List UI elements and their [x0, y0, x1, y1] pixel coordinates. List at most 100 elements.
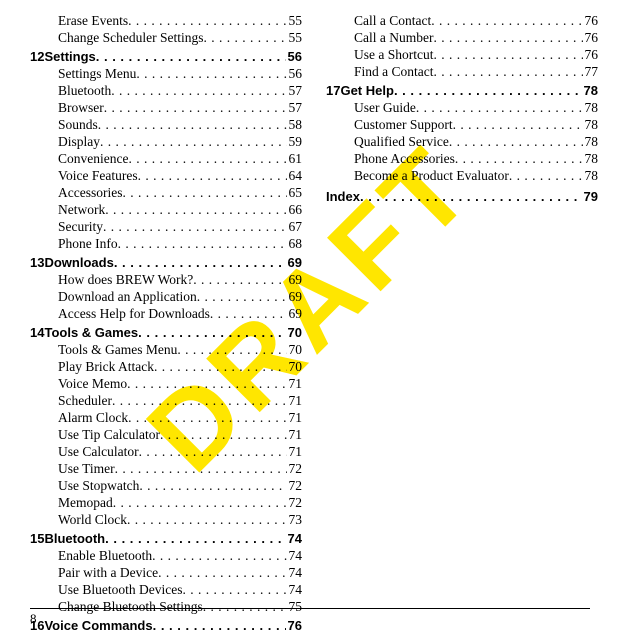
toc-entry: Call a Number 76 [326, 29, 598, 46]
toc-entry-page: 74 [287, 581, 303, 598]
toc-leader-dots [197, 288, 287, 305]
toc-leader-dots [105, 201, 286, 218]
toc-chapter: 13Downloads69 [30, 254, 302, 271]
toc-entry-title: Scheduler [58, 392, 112, 409]
toc-entry-page: 74 [287, 564, 303, 581]
toc-entry-page: 76 [583, 12, 599, 29]
toc-leader-dots [433, 46, 582, 63]
toc-leader-dots [100, 133, 287, 150]
toc-leader-dots [103, 218, 287, 235]
toc-entry-title: How does BREW Work? [58, 271, 193, 288]
toc-leader-dots [434, 63, 583, 80]
toc-entry-title: Pair with a Device [58, 564, 158, 581]
toc-leader-dots [113, 494, 287, 511]
toc-entry-page: 79 [582, 188, 598, 205]
toc-leader-dots [127, 375, 286, 392]
toc-leader-dots [115, 460, 287, 477]
toc-entry-title: Change Bluetooth Settings [58, 598, 203, 615]
toc-entry: Settings Menu 56 [30, 65, 302, 82]
toc-entry: Qualified Service78 [326, 133, 598, 150]
toc-leader-dots [154, 358, 287, 375]
toc-entry-page: 78 [582, 82, 598, 99]
toc-entry-page: 76 [583, 46, 599, 63]
toc-entry: Scheduler71 [30, 392, 302, 409]
toc-entry-title: Alarm Clock [58, 409, 128, 426]
toc-entry-page: 58 [287, 116, 303, 133]
toc-leader-dots [177, 341, 286, 358]
toc-entry-page: 67 [287, 218, 303, 235]
toc-entry: Voice Memo71 [30, 375, 302, 392]
toc-chapter-number: 12 [30, 48, 44, 65]
toc-leader-dots [455, 150, 583, 167]
toc-entry: Use Stopwatch 72 [30, 477, 302, 494]
toc-entry-page: 57 [287, 82, 303, 99]
toc-chapter: 15Bluetooth74 [30, 530, 302, 547]
toc-entry-title: Settings Menu [58, 65, 136, 82]
toc-entry-title: Erase Events [58, 12, 128, 29]
toc-entry-title: Convenience [58, 150, 128, 167]
toc-entry-page: 65 [287, 184, 303, 201]
toc-entry-title: Download an Application [58, 288, 197, 305]
toc-chapter: 14Tools & Games70 [30, 324, 302, 341]
toc-entry: Enable Bluetooth74 [30, 547, 302, 564]
toc-entry-title: Network [58, 201, 105, 218]
toc-leader-dots [104, 99, 287, 116]
toc-columns: Erase Events55Change Scheduler Settings5… [30, 12, 590, 634]
toc-entry-title: Voice Commands [44, 617, 152, 634]
toc-entry-title: Browser [58, 99, 104, 116]
toc-leader-dots [453, 116, 583, 133]
toc-entry: Phone Info 68 [30, 235, 302, 252]
toc-entry: Find a Contact77 [326, 63, 598, 80]
toc-entry-title: Voice Features [58, 167, 138, 184]
toc-entry-page: 71 [287, 426, 303, 443]
toc-entry-title: Customer Support [354, 116, 453, 133]
toc-entry-title: Use Stopwatch [58, 477, 139, 494]
toc-entry-page: 69 [287, 305, 303, 322]
toc-entry-page: 76 [286, 617, 302, 634]
toc-entry-page: 66 [287, 201, 303, 218]
toc-entry-page: 64 [287, 167, 303, 184]
toc-entry: Play Brick Attack70 [30, 358, 302, 375]
toc-entry-page: 70 [287, 358, 303, 375]
toc-entry-title: Become a Product Evaluator [354, 167, 509, 184]
toc-entry: Become a Product Evaluator78 [326, 167, 598, 184]
toc-entry-page: 76 [583, 29, 599, 46]
toc-entry: Call a Contact 76 [326, 12, 598, 29]
toc-entry-title: Use Bluetooth Devices [58, 581, 182, 598]
toc-entry-title: Bluetooth [58, 82, 111, 99]
toc-entry-title: Use a Shortcut [354, 46, 433, 63]
toc-entry-title: Call a Number [354, 29, 433, 46]
toc-entry: Use Tip Calculator71 [30, 426, 302, 443]
toc-entry: Voice Features 64 [30, 167, 302, 184]
toc-entry: Use Bluetooth Devices 74 [30, 581, 302, 598]
toc-leader-dots [138, 167, 287, 184]
toc-chapter-number: 16 [30, 617, 44, 634]
toc-entry-page: 68 [287, 235, 303, 252]
toc-entry-page: 72 [287, 494, 303, 511]
toc-entry: Change Bluetooth Settings75 [30, 598, 302, 615]
toc-entry: Display59 [30, 133, 302, 150]
toc-entry-page: 72 [287, 460, 303, 477]
toc-leader-dots [193, 271, 286, 288]
toc-leader-dots [449, 133, 583, 150]
toc-entry: Pair with a Device 74 [30, 564, 302, 581]
toc-entry: How does BREW Work? 69 [30, 271, 302, 288]
toc-entry-title: User Guide [354, 99, 416, 116]
toc-entry-page: 69 [287, 271, 303, 288]
toc-entry-page: 72 [287, 477, 303, 494]
toc-entry-title: Index [326, 188, 360, 205]
toc-chapter: 16Voice Commands 76 [30, 617, 302, 634]
toc-entry-page: 56 [287, 65, 303, 82]
toc-entry: Alarm Clock71 [30, 409, 302, 426]
toc-leader-dots [203, 29, 286, 46]
toc-entry-page: 73 [287, 511, 303, 528]
toc-entry-page: 74 [286, 530, 302, 547]
toc-leader-dots [118, 235, 287, 252]
toc-entry-title: Call a Contact [354, 12, 431, 29]
toc-entry-title: Phone Info [58, 235, 118, 252]
toc-leader-dots [138, 324, 285, 341]
toc-entry-title: Get Help [340, 82, 393, 99]
toc-entry: Download an Application69 [30, 288, 302, 305]
toc-entry-title: Sounds [58, 116, 98, 133]
toc-entry: User Guide78 [326, 99, 598, 116]
